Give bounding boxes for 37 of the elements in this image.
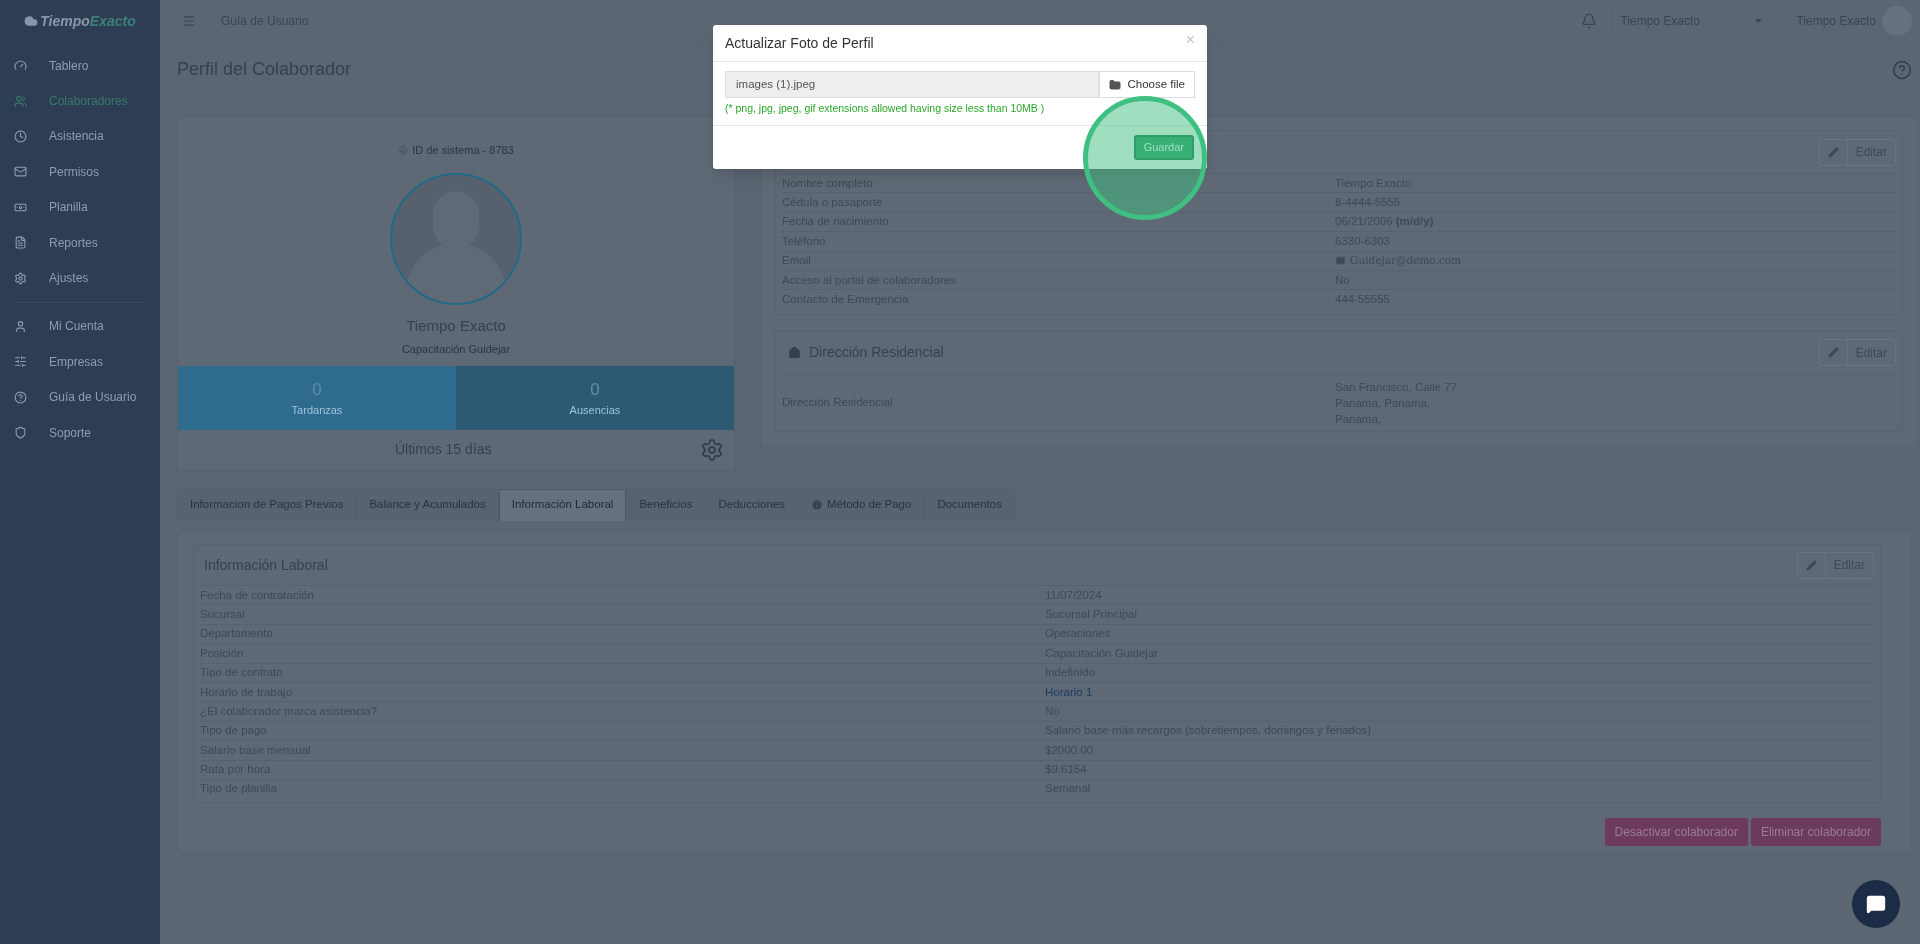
sidebar-item[interactable]: Colaboradores [14, 83, 146, 119]
sidebar-item[interactable]: Asistencia [14, 118, 146, 155]
house-icon [788, 346, 801, 360]
cloud-icon [24, 14, 39, 28]
sidebar-item[interactable]: Ajustes [14, 260, 146, 296]
sidebar-item[interactable]: Planilla [14, 189, 146, 225]
caret-icon [1755, 18, 1763, 23]
save-button[interactable]: Guardar [1133, 134, 1194, 160]
bell-icon[interactable] [1581, 12, 1598, 29]
stat-label: Ausencias [569, 403, 621, 418]
sidebar-item[interactable]: Reportes [14, 224, 146, 261]
tab[interactable]: Información Laboral [498, 489, 627, 521]
file-hint: (* png, jpg, jpeg, gif extensions allowed having size less than 10MB ) [725, 101, 1046, 116]
help-icon[interactable] [1892, 59, 1912, 80]
danger-button[interactable]: Desactivar colaborador [1604, 818, 1748, 847]
choose-file-button[interactable]: Choose file [1099, 71, 1195, 98]
sidebar-item[interactable]: Tablero [14, 48, 146, 84]
folder-icon [1109, 78, 1122, 91]
pencil-icon [1827, 347, 1839, 359]
close-button[interactable]: × [1185, 28, 1195, 52]
logo: TiempoExacto [40, 11, 136, 31]
stat-value: 0 [590, 378, 600, 401]
modal-title: Actualizar Foto de Perfil [725, 33, 874, 53]
chat-icon [1866, 894, 1886, 914]
pencil-icon [1827, 146, 1839, 158]
sidebar-item[interactable]: Guía de Usuario [14, 379, 146, 415]
pencil-icon [1805, 559, 1817, 571]
danger-button[interactable]: Eliminar colaborador [1750, 818, 1881, 847]
sidebar-item[interactable]: Soporte [14, 414, 146, 451]
settings-icon[interactable] [700, 437, 724, 462]
chat-button[interactable] [1852, 880, 1900, 928]
file-name-field[interactable]: images (1).jpeg [725, 71, 1100, 98]
field-link[interactable]: Horario 1 [1045, 683, 1093, 701]
sidebar-item[interactable]: Permisos [14, 154, 146, 190]
stat-label: Tardanzas [291, 403, 343, 418]
sidebar-item[interactable]: Mi Cuenta [14, 308, 146, 345]
sidebar-item[interactable]: Empresas [14, 344, 146, 380]
